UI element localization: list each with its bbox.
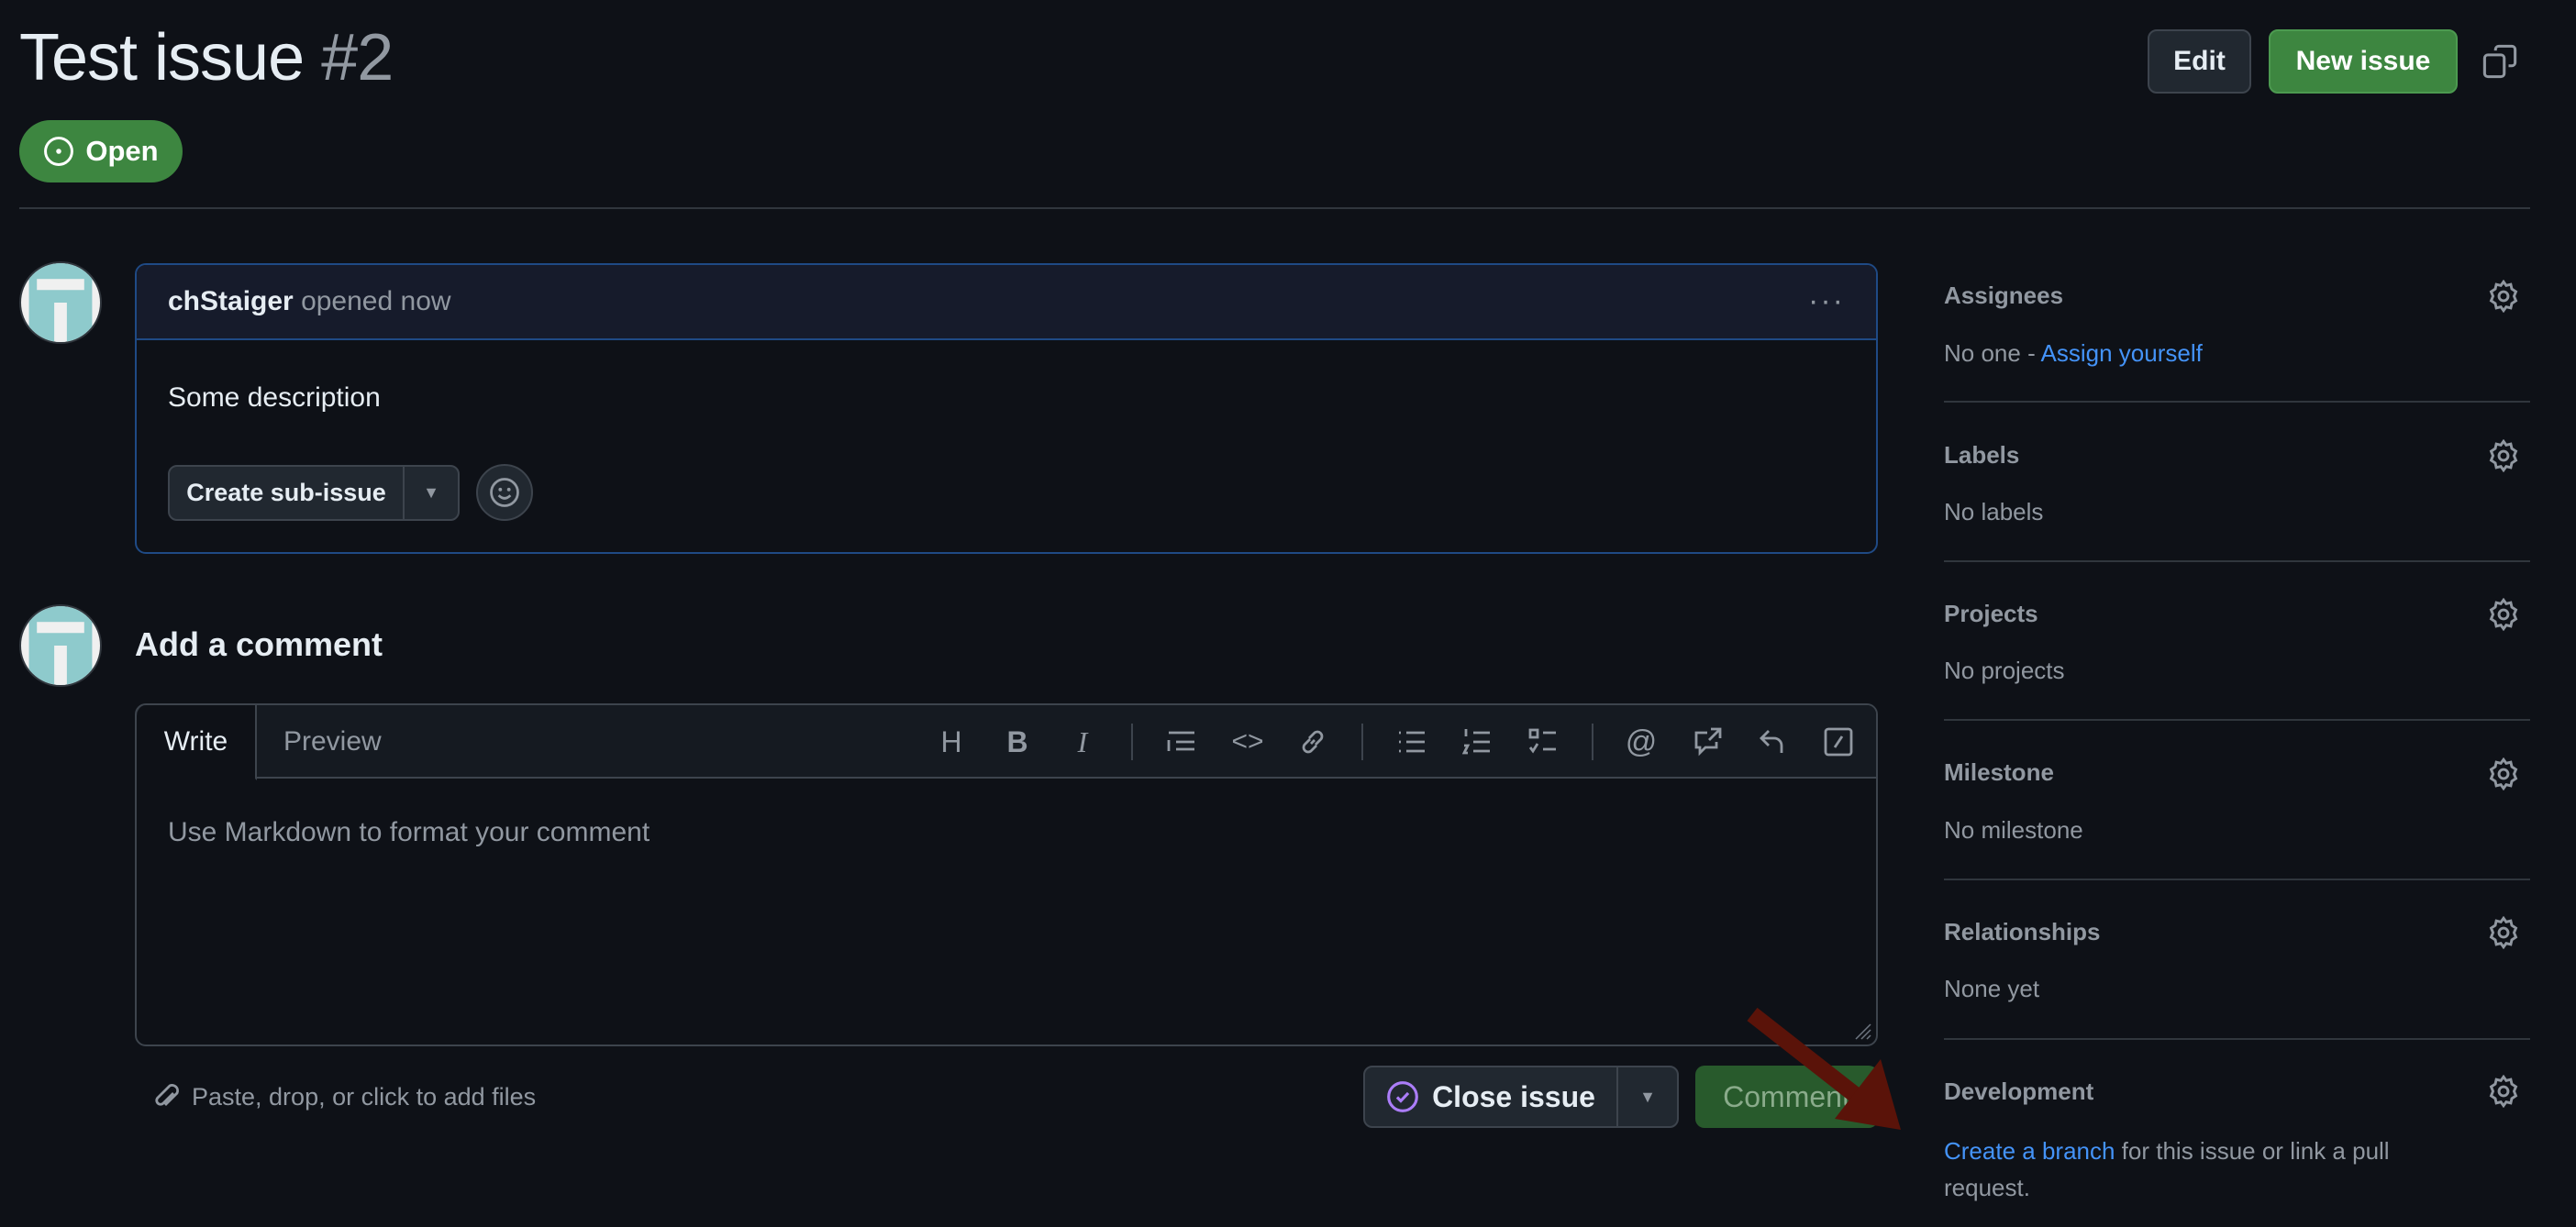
- add-reaction-button[interactable]: [476, 464, 533, 521]
- avatar[interactable]: [19, 604, 102, 687]
- sidebar-milestone-title: Milestone: [1944, 758, 2054, 786]
- paperclip-icon: [155, 1084, 179, 1106]
- divider: [1131, 724, 1133, 760]
- cross-reference-icon[interactable]: [1691, 725, 1724, 758]
- sidebar-assignees-value: No one - Assign yourself: [1944, 339, 2203, 367]
- development-gear-icon[interactable]: [2487, 1075, 2520, 1108]
- issue-description: Some description: [168, 382, 381, 413]
- relationships-gear-icon[interactable]: [2487, 916, 2520, 949]
- check-circle-icon: [1387, 1081, 1418, 1112]
- divider: [1944, 879, 2530, 880]
- issue-number: #2: [321, 21, 394, 94]
- comment-header: chStaiger opened now ···: [137, 265, 1876, 340]
- create-branch-link[interactable]: Create a branch: [1944, 1137, 2115, 1165]
- sidebar-milestone-value: No milestone: [1944, 816, 2083, 844]
- smiley-icon: [490, 478, 519, 507]
- task-list-icon[interactable]: [1527, 725, 1560, 758]
- page-title: Test issue #2: [19, 21, 394, 94]
- comment-button[interactable]: Comment: [1695, 1066, 1878, 1128]
- sidebar-projects-title: Projects: [1944, 600, 2038, 627]
- author-link[interactable]: chStaiger: [168, 286, 294, 317]
- assignees-gear-icon[interactable]: [2487, 280, 2520, 313]
- sidebar-labels-title: Labels: [1944, 441, 2020, 469]
- more-options-icon[interactable]: ···: [1808, 283, 1845, 319]
- sidebar-relationships-title: Relationships: [1944, 918, 2101, 945]
- status-badge: Open: [19, 120, 183, 182]
- italic-icon[interactable]: I: [1066, 725, 1099, 758]
- add-comment-heading: Add a comment: [135, 625, 383, 663]
- projects-gear-icon[interactable]: [2487, 598, 2520, 631]
- chevron-down-icon[interactable]: ▼: [405, 483, 458, 503]
- link-icon[interactable]: [1296, 725, 1329, 758]
- mention-icon[interactable]: @: [1625, 724, 1658, 759]
- sidebar-labels-value: No labels: [1944, 498, 2044, 525]
- comment-textarea[interactable]: Use Markdown to format your comment: [168, 817, 650, 848]
- divider: [19, 207, 2530, 209]
- issue-open-icon: [44, 137, 74, 166]
- sidebar-projects-value: No projects: [1944, 657, 2065, 684]
- milestone-gear-icon[interactable]: [2487, 757, 2520, 790]
- divider: [1361, 724, 1363, 760]
- chevron-down-icon[interactable]: ▼: [1618, 1088, 1677, 1107]
- create-sub-issue-button[interactable]: Create sub-issue: [170, 467, 405, 519]
- comment-editor: Write Preview H B I <> @ Use Markdown to…: [135, 703, 1878, 1046]
- create-sub-issue-button-group: Create sub-issue ▼: [168, 465, 460, 521]
- ordered-list-icon[interactable]: [1460, 725, 1493, 758]
- labels-gear-icon[interactable]: [2487, 439, 2520, 472]
- issue-body-card: chStaiger opened now ··· Some descriptio…: [135, 263, 1878, 554]
- saved-reply-icon[interactable]: [1756, 725, 1789, 758]
- new-issue-button[interactable]: New issue: [2269, 29, 2458, 94]
- quote-icon[interactable]: [1165, 725, 1198, 758]
- tab-write[interactable]: Write: [137, 705, 257, 780]
- tab-preview[interactable]: Preview: [283, 705, 382, 779]
- divider: [1944, 719, 2530, 721]
- avatar[interactable]: [19, 261, 102, 344]
- copy-icon[interactable]: [2482, 44, 2517, 79]
- unordered-list-icon[interactable]: [1395, 725, 1428, 758]
- bold-icon[interactable]: B: [1001, 725, 1034, 758]
- divider: [1944, 401, 2530, 403]
- code-icon[interactable]: <>: [1231, 725, 1264, 758]
- editor-toolbar: Write Preview H B I <> @: [137, 705, 1876, 780]
- sidebar-development-title: Development: [1944, 1078, 2094, 1105]
- slash-command-icon[interactable]: [1822, 725, 1855, 758]
- attach-files[interactable]: Paste, drop, or click to add files: [151, 1082, 536, 1111]
- close-issue-button[interactable]: Close issue: [1365, 1067, 1618, 1126]
- sidebar-relationships-value: None yet: [1944, 975, 2040, 1002]
- edit-button[interactable]: Edit: [2148, 29, 2251, 94]
- divider: [1944, 560, 2530, 562]
- divider: [1592, 724, 1593, 760]
- close-issue-button-group: Close issue ▼: [1363, 1066, 1679, 1128]
- resize-handle-icon[interactable]: [1852, 1021, 1872, 1041]
- sidebar-development-value: Create a branch for this issue or link a…: [1944, 1137, 2390, 1201]
- assign-yourself-link[interactable]: Assign yourself: [2041, 339, 2203, 367]
- sidebar-assignees-title: Assignees: [1944, 282, 2064, 309]
- divider: [1944, 1038, 2530, 1040]
- heading-icon[interactable]: H: [935, 725, 968, 758]
